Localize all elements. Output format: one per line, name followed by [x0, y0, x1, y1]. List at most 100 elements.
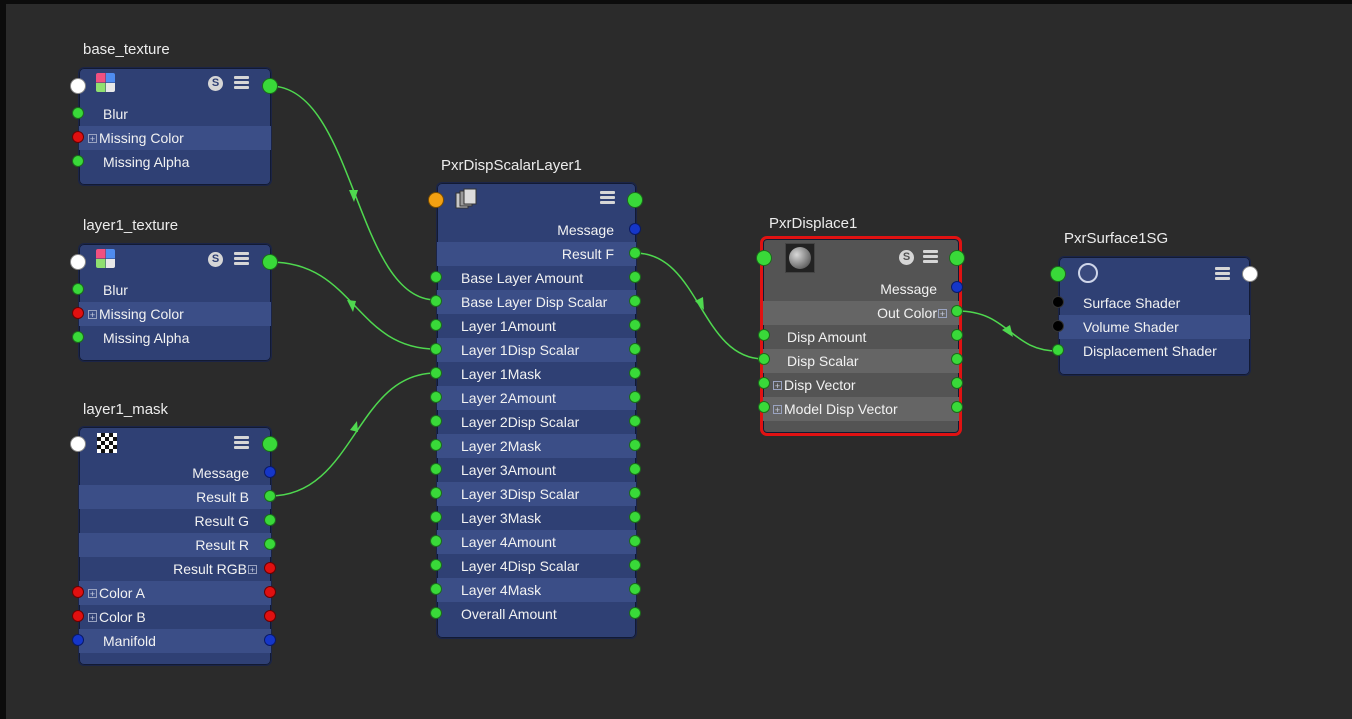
input-port[interactable] — [72, 283, 84, 295]
expand-icon[interactable]: + — [248, 565, 257, 575]
attr-row[interactable]: Layer 3Mask — [437, 506, 636, 530]
attr-row[interactable]: Surface Shader — [1059, 291, 1250, 315]
output-port[interactable] — [629, 391, 641, 403]
input-port[interactable] — [70, 254, 86, 270]
output-port[interactable] — [629, 247, 641, 259]
attr-row[interactable]: + Color A — [79, 581, 271, 605]
output-port[interactable] — [264, 514, 276, 526]
attr-row[interactable]: Layer 1Mask — [437, 362, 636, 386]
expand-icon[interactable]: + — [88, 310, 97, 320]
attr-row[interactable]: Manifold — [79, 629, 271, 653]
input-port[interactable] — [70, 78, 86, 94]
expand-icon[interactable]: + — [88, 134, 97, 144]
input-port[interactable] — [1052, 296, 1064, 308]
output-port[interactable] — [629, 559, 641, 571]
attr-row[interactable]: Out Color + — [763, 301, 959, 325]
input-port[interactable] — [72, 610, 84, 622]
output-port[interactable] — [629, 271, 641, 283]
input-port[interactable] — [758, 353, 770, 365]
input-port[interactable] — [758, 401, 770, 413]
input-port[interactable] — [430, 415, 442, 427]
input-port[interactable] — [72, 307, 84, 319]
output-port[interactable] — [629, 223, 641, 235]
input-port[interactable] — [756, 250, 772, 266]
expand-icon[interactable]: + — [773, 381, 782, 391]
attr-row[interactable]: Layer 4Mask — [437, 578, 636, 602]
attr-row[interactable]: Missing Alpha — [79, 150, 271, 174]
menu-icon[interactable] — [1215, 267, 1230, 280]
attr-row[interactable]: Result F — [437, 242, 636, 266]
output-port[interactable] — [629, 415, 641, 427]
input-port[interactable] — [72, 131, 84, 143]
output-port[interactable] — [949, 250, 965, 266]
attr-row[interactable]: + Missing Color — [79, 302, 271, 326]
menu-icon[interactable] — [923, 250, 938, 263]
solo-icon[interactable]: S — [899, 250, 914, 265]
attr-row[interactable]: Volume Shader — [1059, 315, 1250, 339]
output-port[interactable] — [629, 319, 641, 331]
node-pxr-displace[interactable]: S Message Out Color + Disp Amount Disp Sc… — [760, 236, 962, 436]
output-port[interactable] — [264, 490, 276, 502]
node-layer1-mask[interactable]: Message Result B Result G Result R Resul… — [78, 426, 272, 666]
attr-row[interactable]: Blur — [79, 102, 271, 126]
input-port[interactable] — [1052, 344, 1064, 356]
attr-row[interactable]: Message — [437, 218, 636, 242]
input-port[interactable] — [430, 343, 442, 355]
attr-row[interactable]: Disp Amount — [763, 325, 959, 349]
attr-row[interactable]: + Model Disp Vector — [763, 397, 959, 421]
node-layer1-texture[interactable]: S Blur + Missing Color Missing Alpha — [78, 243, 272, 362]
output-port[interactable] — [629, 583, 641, 595]
input-port[interactable] — [72, 634, 84, 646]
output-port[interactable] — [951, 305, 963, 317]
output-port[interactable] — [264, 562, 276, 574]
output-port[interactable] — [629, 511, 641, 523]
output-port[interactable] — [629, 607, 641, 619]
attr-row[interactable]: Base Layer Disp Scalar — [437, 290, 636, 314]
attr-row[interactable]: Layer 1Disp Scalar — [437, 338, 636, 362]
output-port[interactable] — [264, 538, 276, 550]
output-port[interactable] — [629, 439, 641, 451]
output-port[interactable] — [629, 535, 641, 547]
attr-row[interactable]: + Color B — [79, 605, 271, 629]
input-port[interactable] — [72, 586, 84, 598]
output-port[interactable] — [262, 254, 278, 270]
attr-row[interactable]: Displacement Shader — [1059, 339, 1250, 363]
menu-icon[interactable] — [234, 76, 249, 89]
input-port[interactable] — [430, 535, 442, 547]
attr-row[interactable]: Disp Scalar — [763, 349, 959, 373]
attr-row[interactable]: Layer 2Mask — [437, 434, 636, 458]
input-port[interactable] — [430, 271, 442, 283]
output-port[interactable] — [629, 295, 641, 307]
attr-row[interactable]: + Disp Vector — [763, 373, 959, 397]
output-port[interactable] — [264, 634, 276, 646]
attr-row[interactable]: Layer 3Disp Scalar — [437, 482, 636, 506]
node-pxr-surface-sg[interactable]: Surface Shader Volume Shader Displacemen… — [1058, 256, 1251, 376]
input-port[interactable] — [1050, 266, 1066, 282]
attr-row[interactable]: Blur — [79, 278, 271, 302]
input-port[interactable] — [1052, 320, 1064, 332]
attr-row[interactable]: Result G — [79, 509, 271, 533]
input-port[interactable] — [430, 463, 442, 475]
output-port[interactable] — [951, 401, 963, 413]
input-port[interactable] — [430, 607, 442, 619]
input-port[interactable] — [430, 511, 442, 523]
menu-icon[interactable] — [600, 191, 615, 204]
attr-row[interactable]: Result B — [79, 485, 271, 509]
input-port[interactable] — [72, 107, 84, 119]
attr-row[interactable]: + Missing Color — [79, 126, 271, 150]
attr-row[interactable]: Message — [763, 277, 959, 301]
output-port[interactable] — [629, 487, 641, 499]
menu-icon[interactable] — [234, 252, 249, 265]
output-port[interactable] — [629, 343, 641, 355]
input-port[interactable] — [430, 559, 442, 571]
expand-icon[interactable]: + — [773, 405, 782, 415]
output-port[interactable] — [629, 367, 641, 379]
input-port[interactable] — [430, 439, 442, 451]
attr-row[interactable]: Layer 1Amount — [437, 314, 636, 338]
input-port[interactable] — [72, 155, 84, 167]
expand-icon[interactable]: + — [938, 309, 947, 319]
attr-row[interactable]: Layer 4Disp Scalar — [437, 554, 636, 578]
attr-row[interactable]: Base Layer Amount — [437, 266, 636, 290]
input-port[interactable] — [758, 377, 770, 389]
attr-row[interactable]: Layer 2Disp Scalar — [437, 410, 636, 434]
